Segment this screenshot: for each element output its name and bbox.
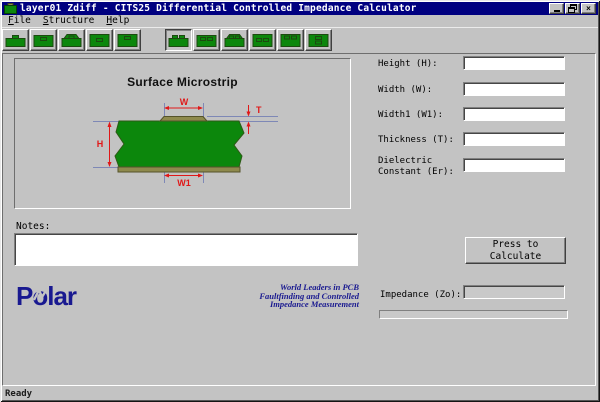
toolbar-button-embedded-microstrip[interactable] [30, 29, 57, 51]
menu-help[interactable]: Help [106, 15, 129, 27]
dim-label-w: W [180, 97, 189, 107]
diff-stripline-icon [252, 33, 273, 48]
diff-coated-microstrip-icon [224, 33, 245, 48]
copper-trace [160, 117, 207, 122]
dielectric-constant-label: Dielectric Constant (Er): [378, 156, 454, 178]
height-input[interactable] [463, 56, 565, 70]
calculate-button-line1: Press to [472, 239, 559, 251]
dim-label-h: H [97, 139, 104, 149]
statusbar: Ready [2, 387, 598, 400]
broadside-coupled-stripline-icon [308, 33, 329, 48]
menubar: File Structure Help [2, 15, 598, 27]
window-title: layer01 Zdiff - CITS25 Differential Cont… [20, 3, 417, 14]
calculate-button-line2: Calculate [472, 251, 559, 263]
impedance-result-field [463, 285, 565, 299]
toolbar-button-diff-surface-microstrip[interactable] [165, 29, 192, 51]
window-controls: × [549, 3, 596, 14]
thickness-label: Thickness (T): [378, 135, 454, 146]
notes-label: Notes: [16, 221, 50, 232]
toolbar-button-offset-stripline[interactable] [114, 29, 141, 51]
client-area: W T H W1 Surface Microstrip Height (H): … [2, 53, 596, 386]
offset-stripline-icon [117, 33, 138, 48]
embedded-microstrip-icon [33, 33, 54, 48]
width1-input[interactable] [463, 107, 565, 121]
app-window: layer01 Zdiff - CITS25 Differential Cont… [0, 0, 600, 402]
toolbar-group-single-ended [2, 29, 141, 51]
calculate-button[interactable]: Press to Calculate [465, 237, 566, 264]
dielectric-label-line1: Dielectric [378, 156, 454, 167]
toolbar-button-stripline[interactable] [86, 29, 113, 51]
diff-surface-microstrip-icon [168, 33, 189, 48]
toolbar-button-diff-embedded-microstrip[interactable] [193, 29, 220, 51]
width1-label: Width1 (W1): [378, 110, 443, 121]
restore-icon [568, 4, 577, 13]
diff-offset-stripline-icon [280, 33, 301, 48]
dim-label-w1: W1 [177, 178, 191, 188]
toolbar-button-diff-offset-stripline[interactable] [277, 29, 304, 51]
restore-button[interactable] [565, 3, 580, 14]
notes-input[interactable] [14, 233, 358, 266]
thickness-input[interactable] [463, 132, 565, 146]
stripline-icon [89, 33, 110, 48]
toolbar-button-diff-coated-microstrip[interactable] [221, 29, 248, 51]
structure-diagram-panel: W T H W1 Surface Microstrip [14, 58, 351, 209]
titlebar[interactable]: layer01 Zdiff - CITS25 Differential Cont… [2, 2, 598, 15]
toolbar-group-differential [165, 29, 332, 51]
dielectric-label-line2: Constant (Er): [378, 167, 454, 178]
ground-plane [118, 167, 240, 172]
app-icon [4, 3, 17, 14]
impedance-label: Impedance (Zo): [380, 290, 461, 300]
toolbar-button-diff-stripline[interactable] [249, 29, 276, 51]
toolbar-button-broadside-coupled-stripline[interactable] [305, 29, 332, 51]
progress-bar [379, 310, 568, 319]
polar-logo: Polar [16, 284, 96, 314]
width-label: Width (W): [378, 85, 432, 96]
menu-file[interactable]: File [8, 15, 31, 27]
tagline-line3: Impedance Measurement [240, 300, 359, 309]
close-button[interactable]: × [581, 3, 596, 14]
dielectric-constant-input[interactable] [463, 158, 565, 172]
status-text: Ready [5, 389, 32, 399]
pcb-substrate [115, 121, 244, 167]
menu-structure[interactable]: Structure [43, 15, 95, 27]
height-label: Height (H): [378, 59, 438, 70]
surface-microstrip-icon [5, 33, 26, 48]
coated-microstrip-icon [61, 33, 82, 48]
dim-label-t: T [256, 105, 262, 115]
width-input[interactable] [463, 82, 565, 96]
polar-logo-text: Polar [16, 284, 77, 310]
minimize-icon [554, 10, 560, 12]
brand-tagline: World Leaders in PCB Faultfinding and Co… [240, 283, 359, 309]
minimize-button[interactable] [549, 3, 564, 14]
diagram-title: Surface Microstrip [15, 75, 350, 89]
toolbar-button-surface-microstrip[interactable] [2, 29, 29, 51]
diff-embedded-microstrip-icon [196, 33, 217, 48]
toolbar-button-coated-microstrip[interactable] [58, 29, 85, 51]
toolbar [2, 27, 598, 53]
